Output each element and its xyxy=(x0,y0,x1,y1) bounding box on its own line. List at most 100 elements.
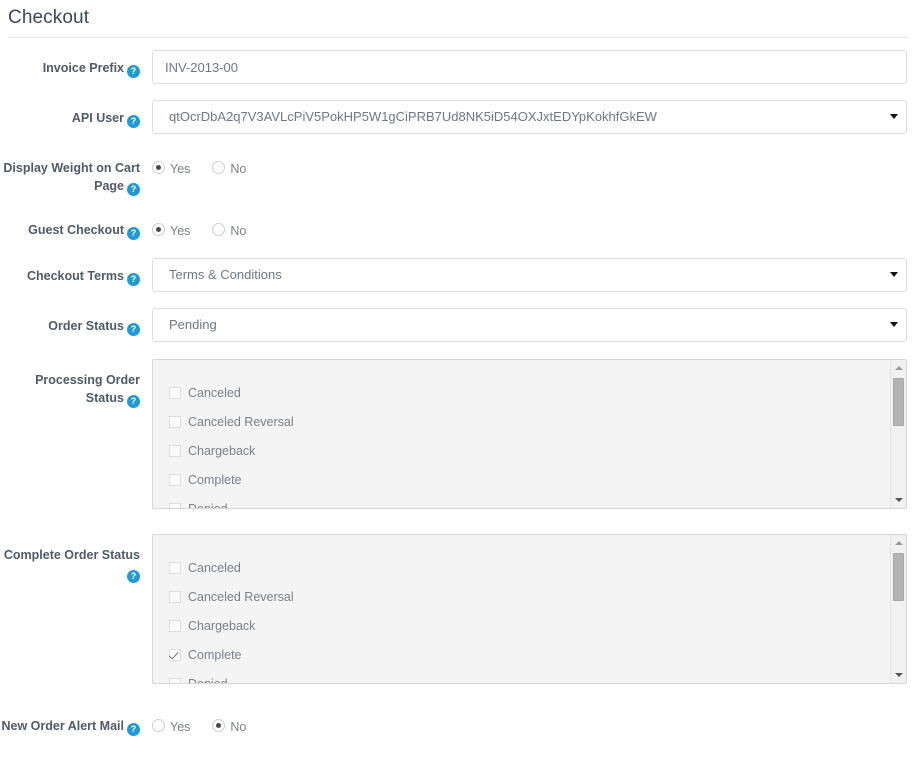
help-icon-api-user[interactable]: ? xyxy=(127,115,140,128)
guest-checkout-radio-no[interactable]: No xyxy=(212,220,246,238)
scroll-up-button[interactable] xyxy=(891,360,906,376)
list-item-label: Canceled xyxy=(188,385,241,400)
caret-up-icon xyxy=(895,366,903,370)
display-weight-radio-no-label: No xyxy=(230,162,247,176)
scroll-down-button[interactable] xyxy=(891,667,906,683)
checkbox-icon[interactable] xyxy=(169,590,181,603)
list-item-label: Canceled Reversal xyxy=(188,414,294,429)
checkbox-icon[interactable] xyxy=(169,502,181,508)
help-icon-order-status[interactable]: ? xyxy=(127,323,140,336)
label-guest-checkout-text: Guest Checkout xyxy=(28,223,124,237)
list-item[interactable]: Canceled Reversal xyxy=(169,582,890,611)
new-order-alert-mail-radio-group: Yes No xyxy=(152,708,907,734)
help-icon-guest-checkout[interactable]: ? xyxy=(127,227,140,240)
guest-checkout-radio-yes[interactable]: Yes xyxy=(152,220,190,238)
field-invoice-prefix xyxy=(152,50,916,84)
list-item[interactable]: Canceled xyxy=(169,553,890,582)
new-order-alert-mail-radio-yes-label: Yes xyxy=(170,720,191,734)
label-guest-checkout: Guest Checkout? xyxy=(0,212,152,240)
invoice-prefix-input[interactable] xyxy=(152,50,907,84)
field-order-status: Pending xyxy=(152,308,916,342)
radio-unselected-icon xyxy=(152,718,165,732)
list-item[interactable]: Canceled Reversal xyxy=(169,407,890,436)
processing-order-status-scrollbar[interactable] xyxy=(890,360,906,508)
list-item[interactable]: Complete xyxy=(169,640,890,669)
row-new-order-alert-mail: New Order Alert Mail? Yes No xyxy=(0,708,916,736)
list-item-label: Chargeback xyxy=(188,443,256,458)
label-order-status-text: Order Status xyxy=(48,319,124,333)
display-weight-radio-group: Yes No xyxy=(152,150,907,176)
caret-down-icon xyxy=(895,498,903,502)
label-order-status: Order Status? xyxy=(0,308,152,336)
display-weight-radio-no[interactable]: No xyxy=(212,158,246,176)
display-weight-radio-yes-label: Yes xyxy=(170,162,191,176)
row-checkout-terms: Checkout Terms? Terms & Conditions xyxy=(0,258,916,292)
radio-unselected-icon xyxy=(212,160,226,174)
complete-order-status-options: Canceled Canceled Reversal Chargeback Co… xyxy=(153,535,890,683)
new-order-alert-mail-radio-no[interactable]: No xyxy=(212,716,246,734)
radio-selected-icon xyxy=(212,718,226,732)
checkout-settings-form: Invoice Prefix? API User? qtOcrDbA2q7V3A… xyxy=(0,38,916,736)
api-user-select-value[interactable]: qtOcrDbA2q7V3AVLcPiV5PokHP5W1gCiPRB7Ud8N… xyxy=(152,100,907,134)
row-display-weight: Display Weight on Cart Page? Yes No xyxy=(0,150,916,196)
scroll-down-button[interactable] xyxy=(891,492,906,508)
new-order-alert-mail-radio-yes[interactable]: Yes xyxy=(152,716,190,734)
order-status-select-value[interactable]: Pending xyxy=(152,308,907,342)
list-item[interactable]: Denied xyxy=(169,494,890,508)
caret-down-icon xyxy=(895,673,903,677)
display-weight-radio-yes[interactable]: Yes xyxy=(152,158,190,176)
row-complete-order-status: Complete Order Status? Canceled Canceled… xyxy=(0,534,916,684)
api-user-select[interactable]: qtOcrDbA2q7V3AVLcPiV5PokHP5W1gCiPRB7Ud8N… xyxy=(152,100,907,134)
scrollbar-thumb[interactable] xyxy=(893,553,904,601)
label-checkout-terms-text: Checkout Terms xyxy=(26,269,124,283)
label-processing-order-status-text: Processing Order Status xyxy=(35,373,140,405)
list-item[interactable]: Canceled xyxy=(169,378,890,407)
checkout-terms-select-value[interactable]: Terms & Conditions xyxy=(152,258,907,292)
radio-unselected-icon xyxy=(212,222,226,236)
help-icon-invoice-prefix[interactable]: ? xyxy=(127,65,140,78)
checkbox-icon[interactable] xyxy=(169,677,181,683)
field-api-user: qtOcrDbA2q7V3AVLcPiV5PokHP5W1gCiPRB7Ud8N… xyxy=(152,100,916,134)
checkbox-icon[interactable] xyxy=(169,619,181,632)
help-icon-display-weight[interactable]: ? xyxy=(127,183,140,196)
guest-checkout-radio-no-label: No xyxy=(230,224,247,238)
row-order-status: Order Status? Pending xyxy=(0,308,916,342)
scroll-up-button[interactable] xyxy=(891,535,906,551)
order-status-select[interactable]: Pending xyxy=(152,308,907,342)
list-item[interactable]: Chargeback xyxy=(169,436,890,465)
checkbox-icon[interactable] xyxy=(169,561,181,574)
help-icon-checkout-terms[interactable]: ? xyxy=(127,273,140,286)
label-complete-order-status-text: Complete Order Status xyxy=(3,548,140,562)
list-item[interactable]: Complete xyxy=(169,465,890,494)
checkbox-icon[interactable] xyxy=(169,386,181,399)
guest-checkout-radio-yes-label: Yes xyxy=(170,224,191,238)
field-processing-order-status: Canceled Canceled Reversal Chargeback Co… xyxy=(152,359,916,509)
checkbox-icon[interactable] xyxy=(169,415,181,428)
list-item[interactable]: Denied xyxy=(169,669,890,683)
row-api-user: API User? qtOcrDbA2q7V3AVLcPiV5PokHP5W1g… xyxy=(0,100,916,134)
checkbox-checked-icon[interactable] xyxy=(169,648,181,661)
label-complete-order-status: Complete Order Status? xyxy=(0,534,152,583)
row-invoice-prefix: Invoice Prefix? xyxy=(0,50,916,84)
label-checkout-terms: Checkout Terms? xyxy=(0,258,152,286)
list-item[interactable]: Chargeback xyxy=(169,611,890,640)
label-display-weight-text: Display Weight on Cart Page xyxy=(3,161,140,193)
new-order-alert-mail-radio-no-label: No xyxy=(230,720,247,734)
complete-order-status-scrollbar[interactable] xyxy=(890,535,906,683)
field-complete-order-status: Canceled Canceled Reversal Chargeback Co… xyxy=(152,534,916,684)
help-icon-complete-order-status[interactable]: ? xyxy=(127,570,140,583)
scrollbar-thumb[interactable] xyxy=(893,378,904,426)
complete-order-status-listbox[interactable]: Canceled Canceled Reversal Chargeback Co… xyxy=(152,534,907,684)
help-icon-new-order-alert-mail[interactable]: ? xyxy=(127,723,140,736)
row-processing-order-status: Processing Order Status? Canceled Cancel… xyxy=(0,359,916,509)
list-item-label: Denied xyxy=(188,677,228,684)
list-item-label: Chargeback xyxy=(188,618,256,633)
caret-up-icon xyxy=(895,541,903,545)
help-icon-processing-order-status[interactable]: ? xyxy=(127,395,140,408)
processing-order-status-listbox[interactable]: Canceled Canceled Reversal Chargeback Co… xyxy=(152,359,907,509)
radio-selected-icon xyxy=(152,160,165,174)
checkbox-icon[interactable] xyxy=(169,444,181,457)
field-new-order-alert-mail: Yes No xyxy=(152,708,916,734)
checkbox-icon[interactable] xyxy=(169,473,181,486)
checkout-terms-select[interactable]: Terms & Conditions xyxy=(152,258,907,292)
